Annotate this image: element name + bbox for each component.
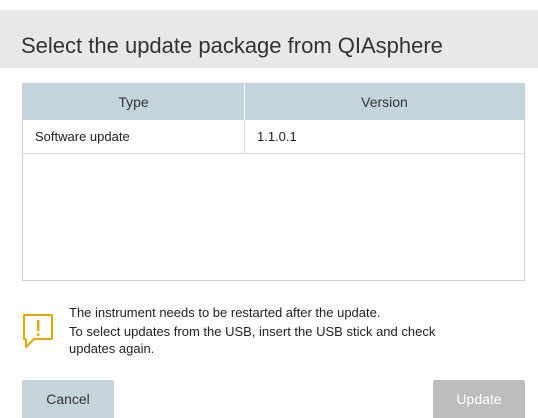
column-header-type: Type — [23, 84, 245, 120]
table-row[interactable]: Software update 1.1.0.1 — [23, 120, 524, 154]
cell-type: Software update — [23, 120, 245, 153]
restart-notice: The instrument needs to be restarted aft… — [22, 305, 522, 365]
update-button[interactable]: Update — [433, 380, 525, 418]
update-package-table: Type Version Software update 1.1.0.1 — [22, 83, 525, 281]
dialog-title: Select the update package from QIAsphere — [21, 33, 443, 58]
cell-version: 1.1.0.1 — [257, 129, 297, 144]
notice-text: The instrument needs to be restarted aft… — [69, 305, 509, 358]
table-header: Type Version — [23, 84, 524, 120]
warning-icon — [23, 314, 53, 348]
cancel-button[interactable]: Cancel — [22, 380, 114, 418]
column-header-version: Version — [361, 94, 408, 110]
notice-line-usb: To select updates from the USB, insert t… — [69, 324, 436, 339]
dialog-header: Select the update package from QIAsphere — [0, 10, 538, 68]
notice-line-restart: The instrument needs to be restarted aft… — [69, 305, 381, 320]
notice-line-usb-cont: updates again. — [69, 341, 155, 356]
